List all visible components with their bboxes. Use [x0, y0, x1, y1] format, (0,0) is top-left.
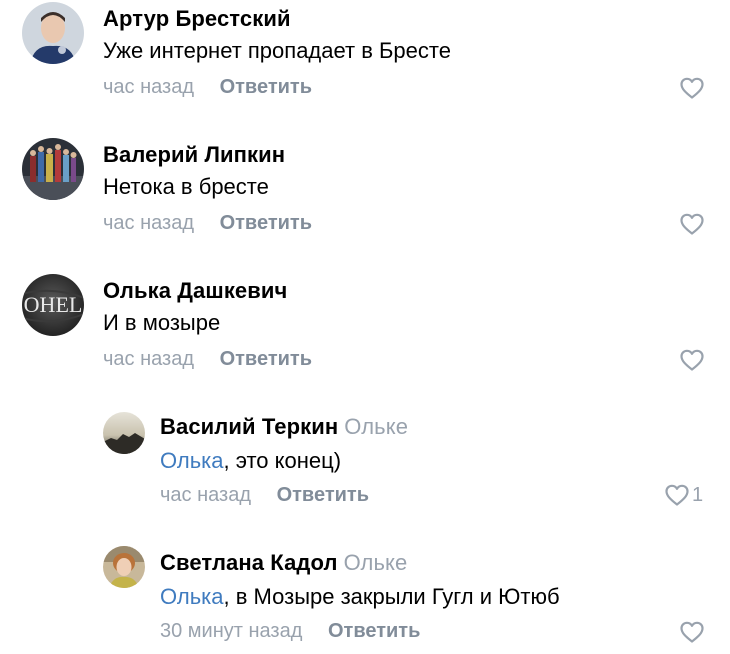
avatar-text: OHEL — [24, 292, 83, 317]
like-button[interactable] — [679, 76, 705, 100]
like-button[interactable] — [679, 348, 705, 372]
comment-time: час назад — [103, 212, 195, 234]
comment-time: 30 минут назад — [160, 620, 303, 642]
like-button[interactable] — [679, 620, 705, 644]
heart-icon — [680, 77, 704, 99]
comment-author[interactable]: Валерий Липкин — [103, 142, 285, 168]
mention-link[interactable]: Олька — [160, 584, 224, 609]
comment-meta: час назад Ответить — [103, 212, 312, 235]
reply-to-label[interactable]: Ольке — [344, 414, 408, 439]
comment-meta: час назад Ответить — [160, 484, 369, 507]
avatar[interactable] — [103, 412, 145, 454]
comment: OHEL Олька Дашкевич И в мозыре час назад… — [0, 272, 730, 392]
like-button[interactable] — [679, 212, 705, 236]
heart-icon — [665, 484, 689, 506]
avatar-photo: OHEL — [22, 274, 84, 336]
comment-text: Олька, в Мозыре закрыли Гугл и Ютюб — [160, 584, 560, 609]
avatar-photo — [103, 546, 145, 588]
comment-time: час назад — [103, 76, 195, 98]
comment-meta: час назад Ответить — [103, 76, 312, 99]
comment-author[interactable]: Светлана Кадол Ольке — [160, 550, 407, 576]
comment-author[interactable]: Артур Брестский — [103, 6, 291, 32]
reply-button[interactable]: Ответить — [220, 76, 312, 98]
comment-text: Нетока в бресте — [103, 174, 269, 199]
comment-reply: Светлана Кадол Ольке Олька, в Мозыре закр… — [0, 544, 730, 654]
reply-to-label[interactable]: Ольке — [344, 550, 408, 575]
comment-text: Уже интернет пропадает в Бресте — [103, 38, 451, 63]
comment-text: И в мозыре — [103, 310, 221, 335]
comment-text: Олька, это конец) — [160, 448, 342, 473]
comment-author[interactable]: Василий Теркин Ольке — [160, 414, 408, 440]
avatar-photo — [22, 138, 84, 200]
comment-meta: 30 минут назад Ответить — [160, 620, 420, 643]
reply-button[interactable]: Ответить — [277, 484, 369, 506]
heart-icon — [680, 349, 704, 371]
avatar[interactable] — [22, 2, 84, 64]
reply-button[interactable]: Ответить — [328, 620, 420, 642]
avatar-photo — [103, 412, 145, 454]
avatar[interactable] — [103, 546, 145, 588]
comment-meta: час назад Ответить — [103, 348, 312, 371]
avatar-photo — [22, 2, 84, 64]
comment-time: час назад — [160, 484, 252, 506]
comment-time: час назад — [103, 348, 195, 370]
comment: Валерий Липкин Нетока в бресте час назад… — [0, 136, 730, 256]
heart-icon — [680, 213, 704, 235]
reply-button[interactable]: Ответить — [220, 212, 312, 234]
comment-reply: Василий Теркин Ольке Олька, это конец) ча… — [0, 408, 730, 528]
mention-link[interactable]: Олька — [160, 448, 224, 473]
avatar[interactable] — [22, 138, 84, 200]
avatar[interactable]: OHEL — [22, 274, 84, 336]
comment: Артур Брестский Уже интернет пропадает в… — [0, 0, 730, 120]
comment-author[interactable]: Олька Дашкевич — [103, 278, 287, 304]
like-button[interactable]: 1 — [664, 483, 703, 507]
like-count: 1 — [692, 483, 704, 506]
heart-icon — [680, 621, 704, 643]
reply-button[interactable]: Ответить — [220, 348, 312, 370]
